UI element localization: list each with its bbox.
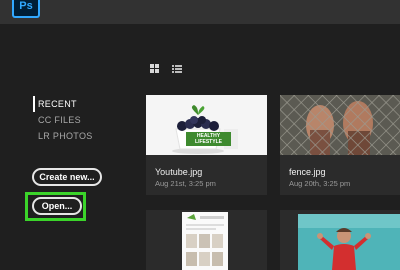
file-thumbnail [280,95,400,155]
list-view-icon[interactable] [172,64,182,73]
recent-file-card[interactable] [280,210,400,270]
create-new-button[interactable]: Create new... [32,168,102,186]
nav-item-cc-files[interactable]: CC FILES [33,112,93,128]
nav-item-recent[interactable]: RECENT [33,96,93,112]
nav-item-lr-photos[interactable]: LR PHOTOS [33,128,93,144]
file-name: Youtube.jpg [155,167,203,177]
grid-view-icon[interactable] [150,64,159,73]
file-thumbnail: HEALTHY LIFESTYLE [146,95,267,155]
thumbnail-banner-text: HEALTHY LIFESTYLE [186,132,231,146]
sidebar-nav: RECENT CC FILES LR PHOTOS [33,96,93,144]
file-name: fence.jpg [289,167,326,177]
open-button[interactable]: Open... [32,197,82,215]
recent-file-card[interactable]: fence.jpg Aug 20th, 3:25 pm [280,95,400,195]
top-bar: Ps [0,0,400,24]
file-date: Aug 21st, 3:25 pm [155,179,216,188]
recent-file-card[interactable]: HEALTHY LIFESTYLE Youtube.jpg Aug 21st, … [146,95,267,195]
file-thumbnail [298,214,400,270]
recent-file-card[interactable] [146,210,267,270]
file-thumbnail [182,212,228,270]
file-date: Aug 20th, 3:25 pm [289,179,351,188]
photoshop-logo[interactable]: Ps [12,0,40,18]
